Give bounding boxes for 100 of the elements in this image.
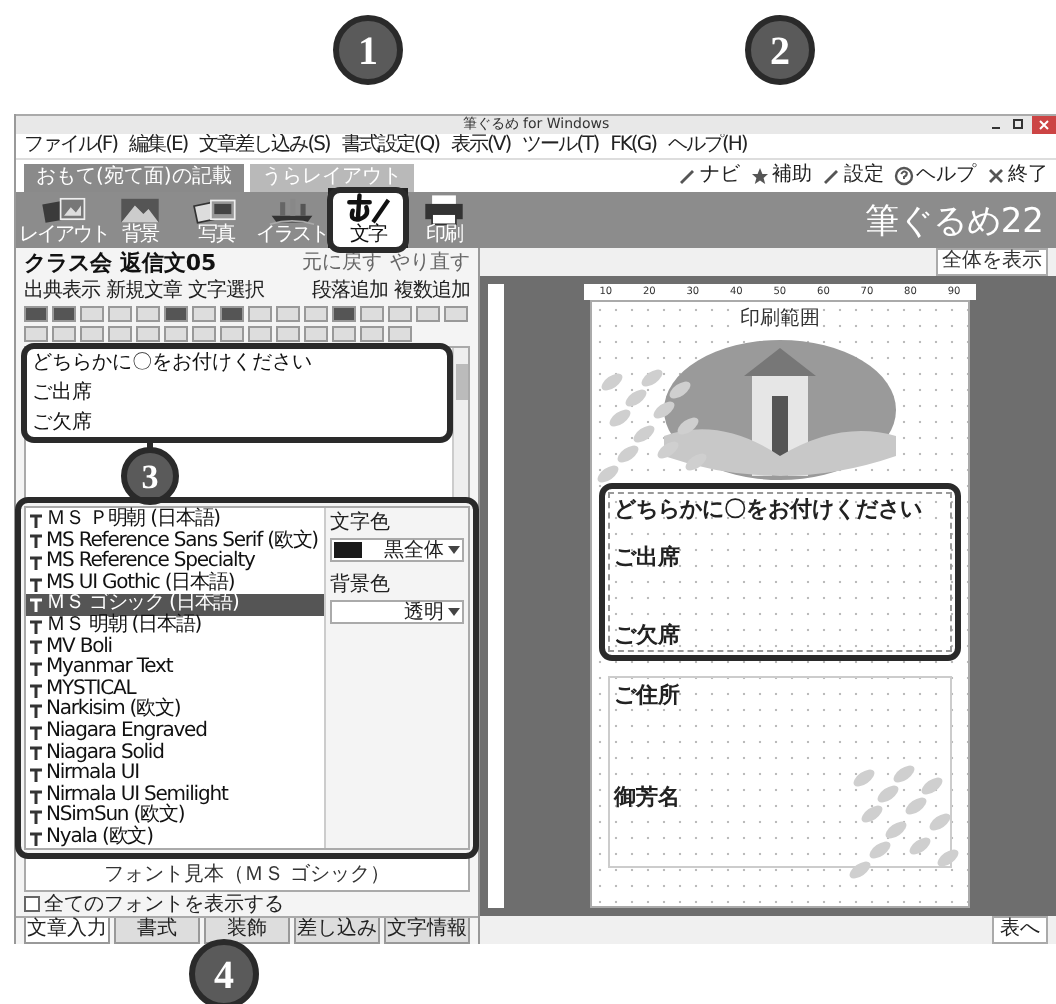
font-type-icon — [30, 746, 42, 761]
font-type-icon — [30, 577, 42, 592]
show-all-fonts-checkbox[interactable]: 全てのフォントを表示する — [16, 892, 478, 916]
format-tool-icon[interactable] — [164, 306, 188, 322]
editor-text-line: ご出席 — [32, 382, 94, 404]
action-button[interactable]: 文字選択 — [188, 279, 264, 303]
font-type-icon — [30, 619, 42, 634]
menu-item[interactable]: 表示(V) — [451, 134, 511, 158]
view-dropdown[interactable]: 全体を表示 — [936, 248, 1048, 276]
format-tool-icon[interactable] — [220, 326, 244, 342]
action-button[interactable]: 新規文章 — [106, 279, 182, 303]
editor-text-line: どちらかに〇をお付けください — [32, 352, 312, 374]
maximize-icon[interactable] — [1010, 116, 1026, 132]
menu-item[interactable]: 書式設定(Q) — [341, 134, 440, 158]
top-link[interactable]: 終了 — [986, 164, 1048, 188]
top-link[interactable]: ナビ — [678, 164, 740, 188]
format-tool-icon[interactable] — [192, 326, 216, 342]
format-tool-icon[interactable] — [52, 306, 76, 322]
format-tool-icon[interactable] — [304, 326, 328, 342]
font-type-icon — [30, 661, 42, 676]
font-type-icon — [30, 789, 42, 804]
format-tool-icon[interactable] — [24, 326, 48, 342]
font-list-item[interactable]: MYSTICAL — [26, 679, 324, 701]
format-tool-icon[interactable] — [416, 306, 440, 322]
ribbon-tool-button[interactable]: 文字 — [332, 192, 404, 248]
font-list-item[interactable]: ＭＳ 明朝 (日本語) — [26, 615, 324, 638]
close-icon — [986, 166, 1006, 186]
close-icon[interactable] — [1032, 116, 1056, 134]
font-list-item[interactable]: MV Boli — [26, 637, 324, 659]
format-tool-icon[interactable] — [332, 306, 356, 322]
menu-item[interactable]: 文章差し込み(S) — [199, 134, 330, 158]
panel-tab[interactable]: 書式 — [114, 918, 200, 944]
format-tool-icon[interactable] — [304, 306, 328, 322]
action-button[interactable]: 出典表示 — [24, 279, 100, 303]
action-button[interactable]: 段落追加 — [312, 279, 388, 303]
format-tool-icon[interactable] — [24, 306, 48, 322]
format-tool-icon[interactable] — [276, 326, 300, 342]
caret-icon — [448, 546, 460, 554]
scrollbar[interactable] — [452, 348, 468, 498]
format-tool-icon[interactable] — [332, 326, 356, 342]
format-tool-icon[interactable] — [388, 326, 412, 342]
menu-item[interactable]: ファイル(F) — [24, 134, 118, 158]
format-tool-icon[interactable] — [248, 306, 272, 322]
font-type-icon — [30, 704, 42, 719]
panel-tab[interactable]: 文字情報 — [384, 918, 470, 944]
panel-tab[interactable]: 装飾 — [204, 918, 290, 944]
format-tool-icon[interactable] — [108, 326, 132, 342]
format-tool-icon[interactable] — [136, 306, 160, 322]
caret-icon — [448, 608, 460, 616]
top-link[interactable]: 設定 — [822, 164, 884, 188]
font-type-icon — [30, 767, 42, 782]
format-tool-icon[interactable] — [80, 306, 104, 322]
editor-text-line: ご欠席 — [32, 412, 94, 434]
top-link[interactable]: 補助 — [750, 164, 812, 188]
font-list-item[interactable]: Myanmar Text — [26, 658, 324, 680]
text-color-dropdown[interactable]: 黒全体 — [330, 538, 464, 562]
star-icon — [750, 166, 770, 186]
font-list-item[interactable]: MS UI Gothic (日本語) — [26, 573, 324, 595]
next-side-button[interactable]: 表へ — [992, 916, 1048, 944]
font-list-item[interactable]: MS Reference Specialty — [26, 552, 324, 574]
format-tool-icon[interactable] — [248, 326, 272, 342]
panel-tab[interactable]: 差し込み — [294, 918, 380, 944]
menu-item[interactable]: ツール(T) — [522, 134, 599, 158]
format-tool-icon[interactable] — [276, 306, 300, 322]
card-text: ご出席 — [614, 544, 682, 570]
format-tool-icon[interactable] — [388, 306, 412, 322]
menu-item[interactable]: 編集(E) — [129, 134, 188, 158]
font-list-item[interactable]: NSimSun (欧文) — [26, 806, 324, 828]
card-field-label: 御芳名 — [614, 784, 682, 810]
action-button[interactable]: 複数追加 — [394, 279, 470, 303]
format-tool-icon[interactable] — [444, 306, 468, 322]
panel-tab[interactable]: 文章入力 — [24, 918, 110, 944]
background-color-label: 背景色 — [330, 574, 392, 596]
font-list-item[interactable]: Niagara Engraved — [26, 721, 324, 744]
format-tool-icon[interactable] — [192, 306, 216, 322]
pencil-icon — [822, 166, 842, 186]
header-action-button[interactable]: 元に戻す — [302, 251, 382, 275]
format-tool-icon[interactable] — [164, 326, 188, 342]
font-list-item[interactable]: Nyala (欧文) — [26, 827, 324, 849]
font-list-item[interactable]: ＭＳ Ｐ明朝 (日本語) — [26, 510, 324, 532]
font-list-item[interactable]: Niagara Solid — [26, 743, 324, 765]
format-tool-icon[interactable] — [80, 326, 104, 342]
font-list-item[interactable]: Nirmala UI Semilight — [26, 785, 324, 807]
format-tool-icon[interactable] — [108, 306, 132, 322]
menu-item[interactable]: FK(G) — [610, 134, 656, 158]
format-tool-icon[interactable] — [360, 326, 384, 342]
format-tool-icon[interactable] — [136, 326, 160, 342]
top-link[interactable]: ヘルプ — [894, 164, 976, 188]
app-logo: 筆ぐるめ22 — [864, 199, 1046, 243]
font-list-item[interactable]: MS Reference Sans Serif (欧文) — [26, 531, 324, 553]
format-tool-icon[interactable] — [360, 306, 384, 322]
callout-frame — [327, 187, 409, 253]
header-action-button[interactable]: やり直す — [390, 251, 470, 275]
format-tool-icon[interactable] — [52, 326, 76, 342]
pencil-icon — [678, 166, 698, 186]
background-color-dropdown[interactable]: 透明 — [330, 600, 464, 624]
font-list-item[interactable]: Narkisim (欧文) — [26, 700, 324, 722]
font-list-item[interactable]: Nirmala UI — [26, 764, 324, 786]
format-tool-icon[interactable] — [220, 306, 244, 322]
menu-item[interactable]: ヘルプ(H) — [667, 134, 747, 158]
